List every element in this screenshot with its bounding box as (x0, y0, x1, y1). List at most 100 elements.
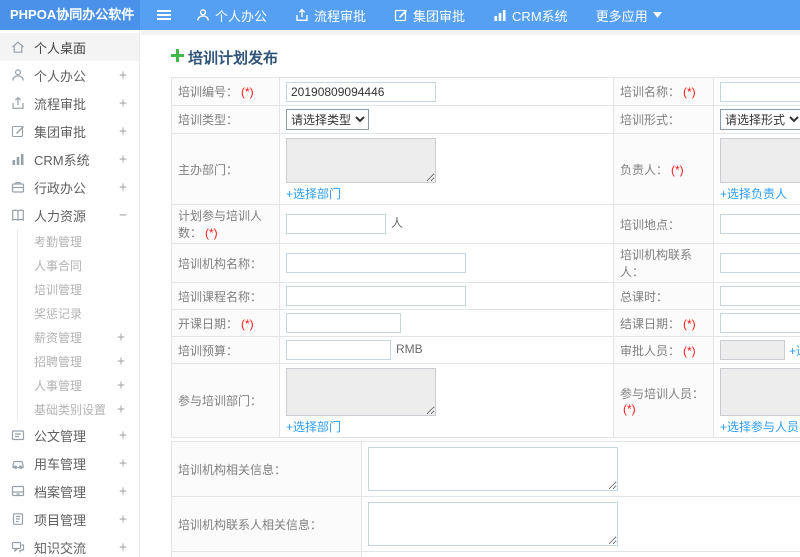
field-label: 主办部门： (171, 133, 280, 205)
field-label: 参与培训部门： (171, 363, 280, 438)
topnav-more-apps[interactable]: 更多应用 (596, 6, 662, 25)
sidebar-item-project-management[interactable]: 项目管理 + (0, 505, 139, 533)
submenu-item-recruitment[interactable]: 招聘管理 + (18, 349, 139, 373)
submenu-item-attendance[interactable]: 考勤管理 (18, 229, 139, 253)
submenu-item-base-category-settings[interactable]: 基础类别设置 + (18, 397, 139, 421)
participating-personnel-box[interactable] (720, 368, 800, 416)
sidebar-item-crm-system[interactable]: CRM系统 + (0, 145, 139, 173)
sidebar-item-personal-office[interactable]: 个人办公 + (0, 61, 139, 89)
collapse-toggle[interactable]: − (119, 208, 127, 223)
topnav-group-approval[interactable]: 集团审批 (394, 6, 465, 25)
field-label: 总课时： (613, 282, 714, 310)
required-mark: (*) (241, 316, 254, 331)
expand-toggle[interactable]: + (119, 456, 127, 471)
field-label: 培训机构联系人相关信息： (171, 496, 362, 552)
topnav-personal-office[interactable]: 个人办公 (196, 6, 267, 25)
expand-toggle[interactable]: + (117, 354, 125, 369)
required-mark: (*) (205, 226, 218, 240)
form-row: 主办部门： +选择部门 负责人： (*) +选择负责人 (171, 133, 800, 205)
training-number-input[interactable] (286, 81, 436, 102)
form-row: 培训课程名称： 总课时： (171, 282, 800, 310)
training-location-input[interactable] (720, 214, 800, 234)
submenu-item-hr-contract[interactable]: 人事合同 (18, 253, 139, 277)
form-row: 开课日期： (*) 结课日期： (*) (171, 309, 800, 337)
institution-info-textarea[interactable] (368, 447, 618, 491)
training-name-input[interactable] (720, 81, 800, 102)
sidebar-item-vehicle-management[interactable]: 用车管理 + (0, 449, 139, 477)
expand-toggle[interactable]: + (119, 540, 127, 555)
host-department-box[interactable] (286, 138, 436, 183)
planned-participants-input[interactable] (286, 214, 386, 234)
chat-icon (10, 539, 26, 555)
expand-toggle[interactable]: + (117, 330, 125, 345)
unit-suffix: 人 (391, 216, 404, 231)
expand-toggle[interactable]: + (119, 180, 127, 195)
sidebar-item-human-resources[interactable]: 人力资源 − (0, 201, 139, 229)
submenu-item-reward-punishment[interactable]: 奖惩记录 (18, 301, 139, 325)
select-responsible-link[interactable]: +选择负责人 (720, 187, 787, 201)
topnav-crm-system[interactable]: CRM系统 (493, 6, 568, 25)
budget-input[interactable] (286, 340, 391, 360)
expand-toggle[interactable]: + (117, 402, 125, 417)
select-department-link[interactable]: +选择部门 (286, 420, 341, 434)
expand-toggle[interactable]: + (119, 124, 127, 139)
field-label: 计划参与培训人数： (*) (171, 204, 280, 244)
form-row: 培训类型： 请选择类型 培训形式： 请选择形式 (171, 105, 800, 134)
expand-toggle[interactable]: + (119, 512, 127, 527)
expand-toggle[interactable]: + (117, 378, 125, 393)
topnav-workflow-approval[interactable]: 流程审批 (295, 6, 366, 25)
hamburger-menu-icon[interactable] (156, 8, 172, 22)
app-brand: PHPOA协同办公软件 (0, 0, 140, 30)
select-participants-link[interactable]: +选择参与人员 (720, 420, 799, 434)
main-content: 培训计划发布 培训编号：(*) 培训名称：(*) 培训类型： 请选择类型 培训形… (141, 30, 800, 557)
course-name-input[interactable] (286, 286, 466, 306)
sidebar-item-administrative-office[interactable]: 行政办公 + (0, 173, 139, 201)
form-row: 培训机构名称： 培训机构联系人： (171, 243, 800, 283)
edit-icon (10, 123, 26, 139)
field-label: 培训类型： (171, 105, 280, 134)
sidebar-item-knowledge-exchange[interactable]: 知识交流 + (0, 533, 139, 557)
end-date-input[interactable] (720, 313, 800, 333)
user-icon (10, 67, 26, 83)
expand-toggle[interactable]: + (119, 484, 127, 499)
expand-toggle[interactable]: + (119, 428, 127, 443)
field-label: 结课日期： (*) (613, 309, 714, 337)
archive-icon (10, 483, 26, 499)
sidebar-item-official-documents[interactable]: 公文管理 + (0, 421, 139, 449)
institution-contact-input[interactable] (720, 253, 800, 273)
hr-submenu: 考勤管理 人事合同 培训管理 奖惩记录 薪资管理 + 招聘管理 + 人事管理 +… (17, 229, 139, 421)
edit-icon (394, 8, 408, 22)
required-mark: (*) (623, 402, 636, 416)
training-form-table-lower: 培训机构相关信息： 培训机构联系人相关信息： 培训要求： 附件文档： +附件上传 (171, 441, 800, 557)
car-icon (10, 455, 26, 471)
form-row: 培训预算： RMB 审批人员：(*) +选择审批人员 (171, 336, 800, 364)
select-department-link[interactable]: +选择部门 (286, 187, 341, 201)
expand-toggle[interactable]: + (119, 152, 127, 167)
submenu-item-training-management[interactable]: 培训管理 (18, 277, 139, 301)
required-mark: (*) (241, 85, 254, 99)
sidebar-item-workflow-approval[interactable]: 流程审批 + (0, 89, 139, 117)
currency-suffix: RMB (396, 342, 423, 357)
flow-icon (10, 95, 26, 111)
submenu-item-salary[interactable]: 薪资管理 + (18, 325, 139, 349)
training-type-select[interactable]: 请选择类型 (286, 109, 369, 130)
sidebar-item-personal-desktop[interactable]: 个人桌面 (0, 33, 139, 61)
institution-contact-info-textarea[interactable] (368, 502, 618, 546)
submenu-item-personnel[interactable]: 人事管理 + (18, 373, 139, 397)
responsible-person-box[interactable] (720, 138, 800, 183)
flow-icon (295, 8, 309, 22)
sidebar-item-group-approval[interactable]: 集团审批 + (0, 117, 139, 145)
project-icon (10, 511, 26, 527)
participating-departments-box[interactable] (286, 368, 436, 416)
expand-toggle[interactable]: + (119, 68, 127, 83)
chart-icon (493, 8, 507, 22)
sidebar-item-archive-management[interactable]: 档案管理 + (0, 477, 139, 505)
total-hours-input[interactable] (720, 286, 800, 306)
training-form-select[interactable]: 请选择形式 (720, 109, 800, 130)
institution-name-input[interactable] (286, 253, 466, 273)
select-approver-link[interactable]: +选择审批人员 (789, 342, 800, 359)
start-date-input[interactable] (286, 313, 401, 333)
approver-box[interactable] (720, 340, 785, 360)
expand-toggle[interactable]: + (119, 96, 127, 111)
form-row: 培训机构联系人相关信息： (171, 496, 800, 552)
